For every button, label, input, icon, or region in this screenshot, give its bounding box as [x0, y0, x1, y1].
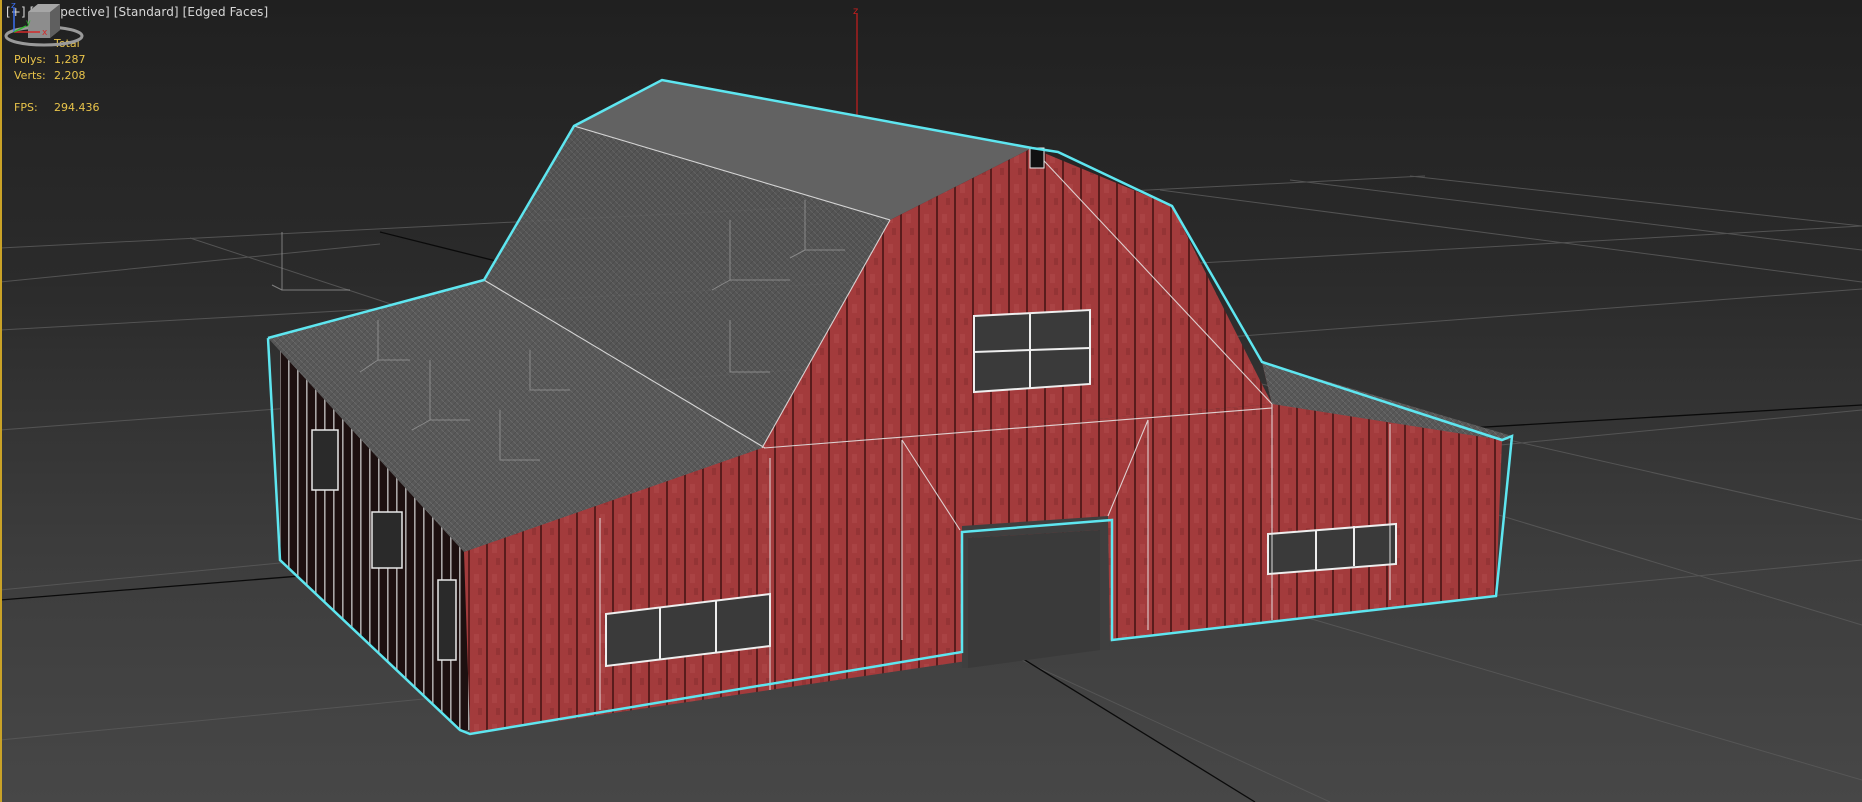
- stats-polys-value: 1,287: [54, 53, 86, 66]
- roof-vent: [1029, 147, 1045, 169]
- stats-verts-label: Verts:: [14, 69, 46, 82]
- active-viewport-border: [0, 0, 2, 802]
- stats-polys-label: Polys:: [14, 53, 46, 66]
- tripod-x-label: x: [42, 28, 48, 38]
- gizmo-z-label: z: [853, 6, 858, 17]
- stats-polys-row: Polys: 1,287: [14, 52, 100, 68]
- stats-fps-value: 294.436: [54, 101, 100, 114]
- perspective-viewport[interactable]: z [+] [Perspective] [Standard] [Edged Fa…: [0, 0, 1862, 802]
- stats-verts-value: 2,208: [54, 69, 86, 82]
- viewport-shading-menu[interactable]: [Standard]: [114, 5, 179, 19]
- tripod-y-label: y: [26, 18, 31, 27]
- stats-fps-label: FPS:: [14, 101, 38, 114]
- barn-door-void: [968, 530, 1100, 668]
- viewport-display-mode-menu[interactable]: [Edged Faces]: [183, 5, 269, 19]
- tripod-z-label: z: [11, 1, 16, 11]
- axis-tripod-icon: z x y: [11, 1, 48, 38]
- viewport-canvas[interactable]: z: [0, 0, 1862, 802]
- stats-fps-row: FPS: 294.436: [14, 100, 100, 116]
- stats-verts-row: Verts: 2,208: [14, 68, 100, 84]
